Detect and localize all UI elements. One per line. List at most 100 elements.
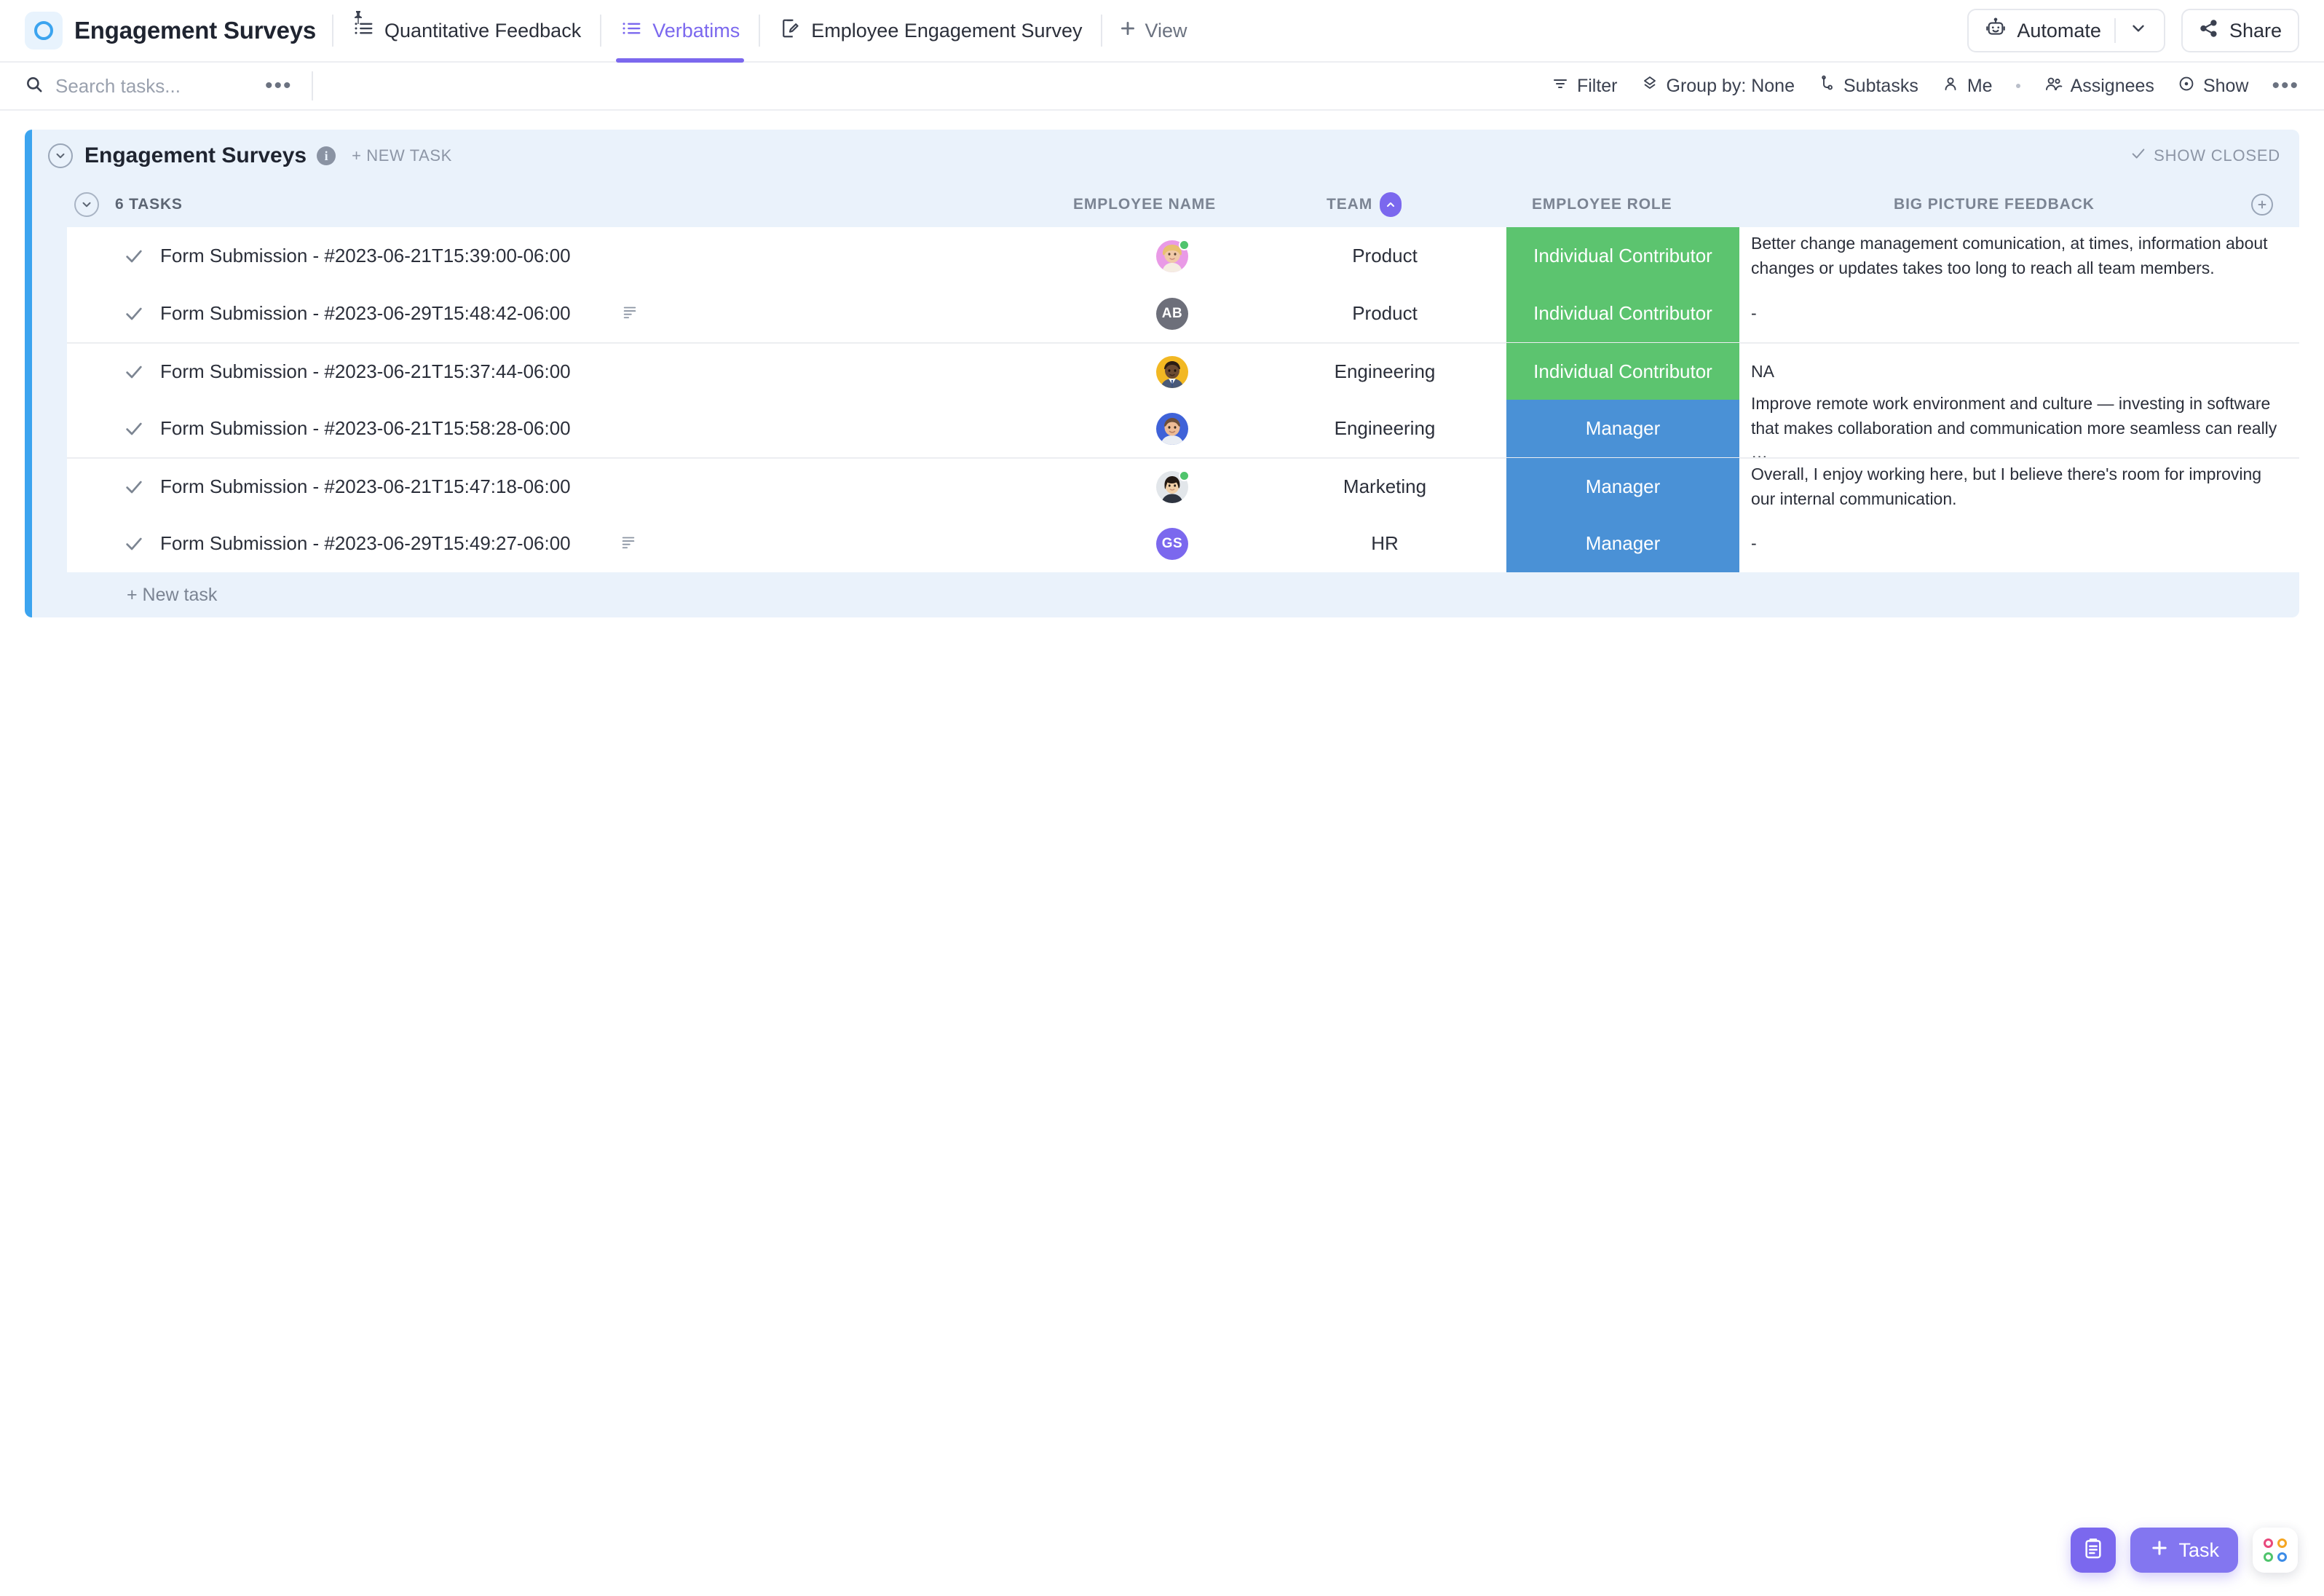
show-button[interactable]: Show: [2178, 75, 2248, 98]
cell-team[interactable]: Engineering: [1276, 417, 1494, 440]
avatar[interactable]: [1156, 470, 1190, 503]
group-by-icon: [1641, 75, 1659, 98]
pin-icon: [352, 7, 364, 30]
table-row[interactable]: Form Submission - #2023-06-21T15:39:00-0…: [67, 227, 2299, 285]
column-header-big-picture-feedback[interactable]: BIG PICTURE FEEDBACK: [1894, 196, 2095, 213]
assignees-button[interactable]: Assignees: [2044, 75, 2154, 98]
cell-employee-role[interactable]: Individual Contributor: [1506, 285, 1739, 342]
cell-team[interactable]: Marketing: [1276, 475, 1494, 498]
task-status-check-icon[interactable]: [124, 304, 144, 324]
list-panel: Engagement Surveys i + NEW TASK SHOW CLO…: [25, 130, 2299, 617]
add-column-button[interactable]: [2251, 194, 2273, 216]
task-rows: Form Submission - #2023-06-21T15:39:00-0…: [67, 227, 2299, 572]
column-header-team[interactable]: TEAM: [1327, 192, 1402, 217]
cell-team[interactable]: Engineering: [1276, 360, 1494, 383]
cell-big-picture-feedback[interactable]: Improve remote work environment and cult…: [1751, 392, 2277, 465]
cell-employee-name[interactable]: [1096, 355, 1249, 388]
column-header-employee-name[interactable]: EMPLOYEE NAME: [1073, 196, 1216, 213]
description-icon[interactable]: [620, 534, 636, 553]
avatar[interactable]: AB: [1156, 297, 1188, 330]
apps-button[interactable]: [2253, 1528, 2298, 1573]
description-icon[interactable]: [622, 304, 638, 323]
cell-team[interactable]: Product: [1276, 245, 1494, 267]
tab-employee-engagement-survey[interactable]: Employee Engagement Survey: [776, 0, 1085, 61]
cell-employee-name[interactable]: GS: [1096, 527, 1249, 560]
automate-button[interactable]: Automate: [1967, 9, 2165, 52]
cell-employee-role[interactable]: Individual Contributor: [1506, 227, 1739, 285]
people-icon: [2044, 75, 2063, 98]
search-more-button[interactable]: •••: [265, 75, 293, 97]
circle-ring-icon: [34, 21, 53, 40]
show-closed-button[interactable]: SHOW CLOSED: [2130, 146, 2280, 166]
cell-employee-name[interactable]: [1096, 239, 1249, 272]
sort-ascending-icon[interactable]: [1380, 192, 1402, 217]
cell-big-picture-feedback[interactable]: NA: [1751, 360, 2277, 384]
footer-new-task-button[interactable]: + New task: [32, 572, 2299, 617]
filter-button[interactable]: Filter: [1552, 75, 1618, 98]
cell-big-picture-feedback[interactable]: -: [1751, 301, 2277, 325]
collapse-group-button[interactable]: [74, 192, 99, 217]
add-view-button[interactable]: View: [1118, 19, 1187, 43]
cell-team[interactable]: HR: [1276, 532, 1494, 555]
table-row[interactable]: Form Submission - #2023-06-21T15:58:28-0…: [67, 394, 2299, 462]
avatar[interactable]: [1156, 412, 1188, 445]
cell-employee-role[interactable]: Manager: [1506, 515, 1739, 572]
info-icon[interactable]: i: [317, 146, 336, 165]
task-status-check-icon[interactable]: [124, 246, 144, 266]
me-button[interactable]: Me: [1942, 75, 1993, 98]
presence-indicator: [1179, 239, 1190, 250]
cell-employee-name[interactable]: [1096, 470, 1249, 503]
cell-employee-role[interactable]: Individual Contributor: [1506, 343, 1739, 400]
avatar[interactable]: [1156, 239, 1190, 272]
task-status-check-icon[interactable]: [124, 419, 144, 439]
divider: [600, 15, 602, 47]
add-task-button[interactable]: Task: [2130, 1528, 2238, 1573]
task-name[interactable]: Form Submission - #2023-06-29T15:49:27-0…: [160, 532, 571, 555]
tab-verbatims[interactable]: Verbatims: [616, 0, 745, 63]
divider: [2114, 18, 2116, 43]
task-name[interactable]: Form Submission - #2023-06-29T15:48:42-0…: [160, 302, 571, 325]
notepad-button[interactable]: [2071, 1528, 2116, 1573]
task-name[interactable]: Form Submission - #2023-06-21T15:39:00-0…: [160, 245, 571, 267]
group-by-button[interactable]: Group by: None: [1641, 75, 1795, 98]
task-status-check-icon[interactable]: [124, 362, 144, 382]
cell-big-picture-feedback[interactable]: -: [1751, 532, 2277, 556]
task-name[interactable]: Form Submission - #2023-06-21T15:58:28-0…: [160, 417, 571, 440]
subtasks-button[interactable]: Subtasks: [1818, 75, 1918, 98]
chevron-down-icon[interactable]: [2129, 19, 2148, 43]
cell-employee-name[interactable]: [1096, 412, 1249, 445]
toolbar-more-button[interactable]: •••: [2272, 75, 2299, 97]
avatar-initials: GS: [1161, 535, 1183, 551]
avatar[interactable]: [1156, 355, 1188, 388]
task-status-check-icon[interactable]: [124, 534, 144, 554]
table-row[interactable]: Form Submission - #2023-06-29T15:49:27-0…: [67, 515, 2299, 572]
me-label: Me: [1967, 75, 1993, 96]
cell-team[interactable]: Product: [1276, 302, 1494, 325]
table-row[interactable]: Form Submission - #2023-06-29T15:48:42-0…: [67, 285, 2299, 342]
avatar[interactable]: GS: [1156, 527, 1188, 560]
group-header-row: 6 TASKS EMPLOYEE NAME TEAM EMPLOYEE ROLE…: [32, 182, 2299, 227]
cell-employee-name[interactable]: AB: [1096, 297, 1249, 330]
filter-label: Filter: [1576, 75, 1618, 96]
cell-employee-role[interactable]: Manager: [1506, 400, 1739, 457]
tab-quantitative-feedback[interactable]: Quantitative Feedback: [349, 0, 584, 61]
collapse-list-button[interactable]: [48, 143, 73, 168]
add-task-label: Task: [2178, 1538, 2219, 1561]
table-row[interactable]: Form Submission - #2023-06-21T15:47:18-0…: [67, 457, 2299, 515]
task-name[interactable]: Form Submission - #2023-06-21T15:47:18-0…: [160, 475, 571, 498]
cell-big-picture-feedback[interactable]: Overall, I enjoy working here, but I bel…: [1751, 462, 2277, 511]
share-button[interactable]: Share: [2181, 9, 2299, 52]
space-logo[interactable]: [25, 12, 63, 50]
list-view-icon: [620, 17, 642, 44]
table-row[interactable]: Form Submission - #2023-06-21T15:37:44-0…: [67, 342, 2299, 400]
separator-dot: [2015, 84, 2020, 88]
search-input[interactable]: [55, 74, 230, 98]
task-status-check-icon[interactable]: [124, 477, 144, 497]
cell-employee-role[interactable]: Manager: [1506, 458, 1739, 515]
form-view-icon: [779, 17, 801, 44]
cell-big-picture-feedback[interactable]: Better change management comunication, a…: [1751, 232, 2277, 280]
new-task-button[interactable]: + NEW TASK: [352, 146, 452, 165]
subtasks-label: Subtasks: [1843, 75, 1918, 96]
column-header-employee-role[interactable]: EMPLOYEE ROLE: [1532, 196, 1672, 213]
task-name[interactable]: Form Submission - #2023-06-21T15:37:44-0…: [160, 360, 571, 383]
